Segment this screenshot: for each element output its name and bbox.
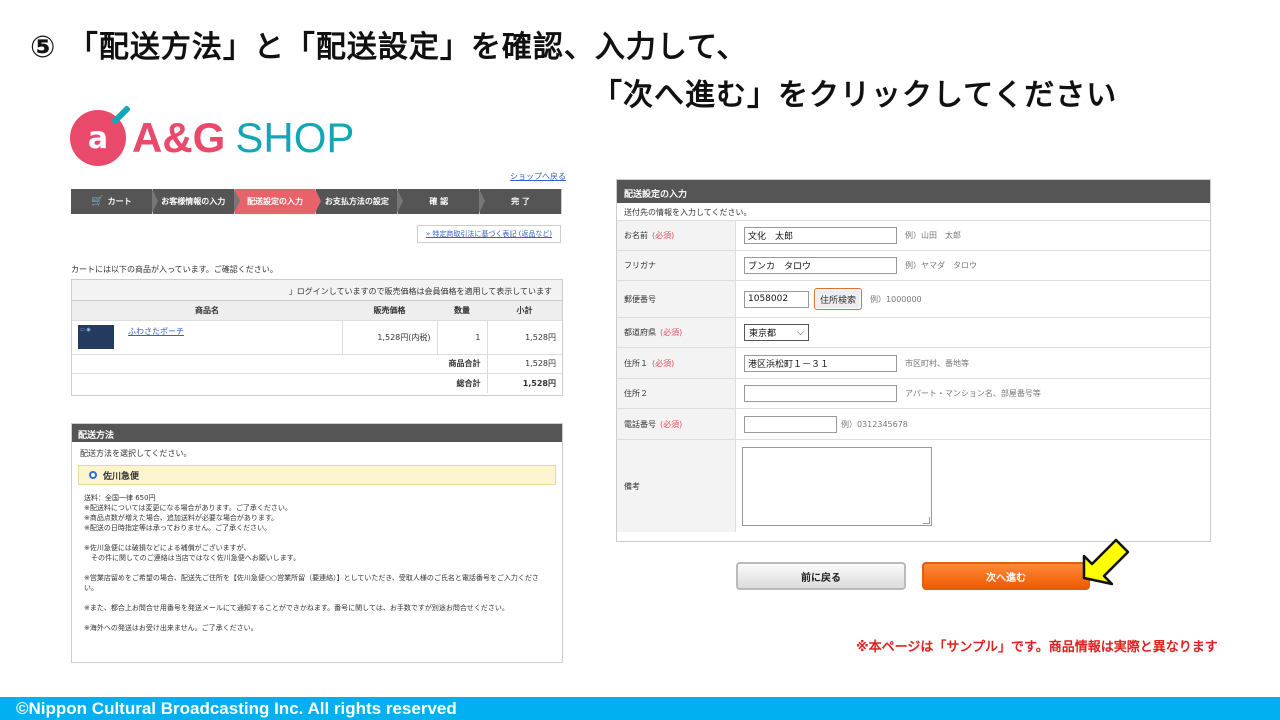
- shop-logo: a A&G SHOP: [70, 108, 354, 168]
- step-shipping-settings: 配送設定の入力: [234, 189, 322, 214]
- form-prompt: 送付先の情報を入力してください。: [617, 203, 1210, 221]
- prefecture-select[interactable]: 東京都 ⌵: [744, 324, 809, 341]
- kana-label: フリガナ: [617, 251, 736, 280]
- step-customer-info: お客様情報の入力: [152, 189, 240, 214]
- grand-total-label: 総合計: [72, 373, 488, 393]
- row-address1: 住所１ (必須) 港区浜松町１－３１ 市区町村、番地等: [617, 348, 1210, 379]
- item-qty: 1: [437, 320, 488, 355]
- col-header-qty: 数量: [437, 301, 487, 321]
- product-thumbnail[interactable]: ▭ ◉: [78, 325, 114, 349]
- row-prefecture: 都道府県 (必須) 東京都 ⌵: [617, 318, 1210, 348]
- shipping-method-prompt: 配送方法を選択してください。: [80, 449, 192, 458]
- name-example: 例）山田 太郎: [905, 231, 961, 240]
- cart-note: カートには以下の商品が入っています。ご確認ください。: [71, 265, 278, 274]
- commerce-law-link[interactable]: » 特定商取引法に基づく表記 (返品など): [417, 225, 561, 243]
- shipping-note-line: ※佐川急便には破損などによる補償がございますが、: [84, 544, 251, 552]
- shipping-notes: 送料：全国一律 650円 ※配送料については変更になる場合があります。ご了承くだ…: [72, 485, 562, 641]
- logo-ag-text: A&G: [132, 114, 226, 161]
- col-header-name: 商品名: [72, 301, 342, 321]
- goods-total-label: 商品合計: [72, 354, 488, 374]
- address-search-button[interactable]: 住所検索: [814, 288, 863, 310]
- copyright-footer: ©Nippon Cultural Broadcasting Inc. All r…: [0, 697, 1280, 720]
- product-link[interactable]: ふわさたポーチ: [128, 326, 184, 337]
- form-heading: 配送設定の入力: [617, 180, 1210, 203]
- logo-shop-text: SHOP: [235, 114, 355, 161]
- shipping-option-label: 佐川急便: [103, 471, 140, 482]
- step-confirm: 確 認: [398, 189, 485, 214]
- col-header-price: 販売価格: [342, 301, 437, 321]
- row-address2: 住所２ アパート・マンション名、部屋番号等: [617, 379, 1210, 409]
- row-memo: 備考: [617, 440, 1210, 532]
- cart-table-box: 」ログインしていますので販売価格は会員価格を適用して表示しています 商品名 販売…: [71, 279, 563, 396]
- pointer-arrow-icon: [1082, 538, 1130, 586]
- required-mark: (必須): [652, 358, 675, 368]
- prefecture-value: 東京都: [749, 329, 777, 339]
- shipping-note-line: その件に関してのご連絡は当店ではなく佐川急便へお願いします。: [84, 554, 301, 562]
- delivery-settings-form: 配送設定の入力 送付先の情報を入力してください。 お名前 (必須) 文化 太郎 例…: [616, 179, 1211, 542]
- required-mark: (必須): [660, 328, 683, 337]
- required-mark: (必須): [660, 419, 683, 429]
- shipping-note-line: ※配送の日時指定等は承っておりません。ご了承ください。: [84, 524, 272, 532]
- step-payment: お支払方法の設定: [316, 189, 404, 214]
- logo-badge-icon: a: [70, 110, 126, 166]
- row-kana: フリガナ ブンカ タロウ 例）ヤマダ タロウ: [617, 251, 1210, 281]
- name-label: お名前: [624, 231, 648, 240]
- address1-example: 市区町村、番地等: [905, 358, 969, 368]
- item-price: 1,528円(内税): [342, 320, 438, 355]
- kana-example: 例）ヤマダ タロウ: [905, 261, 977, 270]
- cart-table: 商品名 販売価格 数量 小計 ▭ ◉ ふわさたポーチ 1,528円(内税) 1 …: [72, 301, 562, 393]
- row-zip: 郵便番号 1058002 住所検索 例）1000000: [617, 281, 1210, 318]
- address2-label: 住所２: [617, 379, 736, 408]
- row-name: お名前 (必須) 文化 太郎 例）山田 太郎: [617, 221, 1210, 251]
- back-to-shop-link[interactable]: ショップへ戻る: [510, 171, 566, 182]
- zip-example: 例）1000000: [870, 294, 922, 304]
- step-cart: 🛒 カート: [71, 189, 158, 214]
- phone-input[interactable]: [744, 415, 837, 433]
- required-mark: (必須): [652, 231, 675, 240]
- phone-label: 電話番号: [624, 419, 656, 429]
- radio-selected-icon[interactable]: [89, 471, 97, 479]
- cart-icon: 🛒: [91, 196, 104, 207]
- shipping-note-line: ※また、都合上お問合せ用番号を発送メールにて通知することができかねます。番号に関…: [84, 604, 509, 612]
- shipping-note-line: ※営業店留めをご希望の場合、配送先ご住所を【佐川急便○○営業所留（要連絡）】とし…: [84, 574, 539, 592]
- memo-textarea[interactable]: [742, 446, 932, 526]
- checkout-steps: 🛒 カート お客様情報の入力 配送設定の入力 お支払方法の設定 確 認 完 了: [71, 189, 562, 214]
- zip-label: 郵便番号: [617, 281, 736, 317]
- address1-label: 住所１: [624, 358, 648, 368]
- zip-input[interactable]: 1058002: [744, 290, 809, 308]
- address2-input[interactable]: [744, 385, 897, 402]
- login-price-note: 」ログインしていますので販売価格は会員価格を適用して表示しています: [72, 280, 562, 301]
- chevron-down-icon: ⌵: [797, 327, 804, 338]
- col-header-subtotal: 小計: [487, 301, 562, 321]
- back-button[interactable]: 前に戻る: [736, 562, 906, 590]
- name-input[interactable]: 文化 太郎: [744, 227, 897, 244]
- shipping-method-heading: 配送方法: [72, 424, 562, 442]
- address2-example: アパート・マンション名、部屋番号等: [905, 389, 1041, 398]
- pref-label: 都道府県: [624, 328, 656, 337]
- shipping-note-line: ※海外への発送はお受け出来ません。ご了承ください。: [84, 624, 258, 632]
- shipping-note-line: 送料：全国一律 650円: [84, 494, 156, 502]
- shipping-method-box: 配送方法 配送方法を選択してください。 佐川急便 送料：全国一律 650円 ※配…: [71, 423, 563, 663]
- sample-notice: ※本ページは「サンプル」です。商品情報は実際と異なります: [856, 640, 1218, 655]
- shipping-note-line: ※配送料については変更になる場合があります。ご了承ください。: [84, 504, 292, 512]
- table-row: ▭ ◉ ふわさたポーチ 1,528円(内税) 1 1,528円: [72, 320, 562, 355]
- slide-title-line2: 「次へ進む」をクリックしてください: [592, 78, 1118, 113]
- kana-input[interactable]: ブンカ タロウ: [744, 257, 897, 274]
- next-button[interactable]: 次へ進む: [922, 562, 1090, 590]
- phone-example: 例）0312345678: [841, 419, 908, 429]
- step-complete: 完 了: [480, 189, 561, 214]
- shipping-note-line: ※商品点数が増えた場合、追加送料が必要な場合があります。: [84, 514, 279, 522]
- shipping-option-sagawa[interactable]: 佐川急便: [78, 465, 556, 485]
- row-phone: 電話番号 (必須) 例）0312345678: [617, 409, 1210, 440]
- slide-title-line1: ⑤ 「配送方法」と「配送設定」を確認、入力して、: [30, 30, 748, 65]
- memo-label: 備考: [617, 440, 736, 532]
- goods-total-value: 1,528円: [487, 354, 562, 374]
- item-subtotal: 1,528円: [487, 320, 562, 355]
- grand-total-value: 1,528円: [522, 378, 556, 388]
- address1-input[interactable]: 港区浜松町１－３１: [744, 354, 897, 372]
